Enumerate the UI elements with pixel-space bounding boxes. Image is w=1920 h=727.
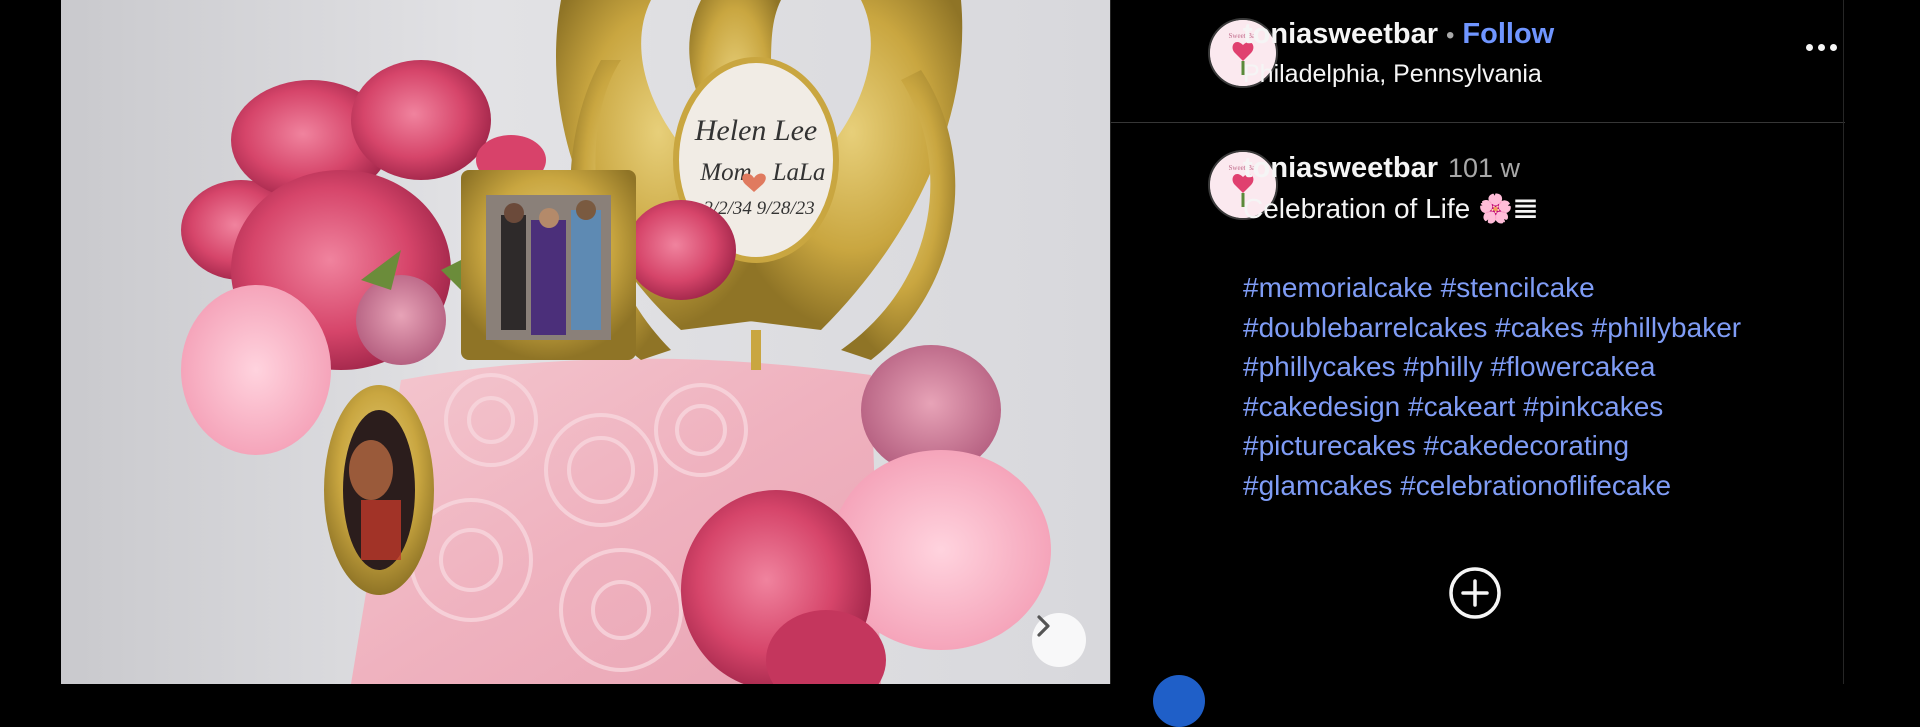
more-options-button[interactable] <box>1806 44 1837 51</box>
caption-username[interactable]: toniasweetbar <box>1243 152 1438 184</box>
framed-photo-top <box>461 170 636 360</box>
hashtag-link[interactable]: #memorialcake <box>1243 272 1433 303</box>
post-sidebar: Sweet Bar toniasweetbar • Follow Philadelp… <box>1110 0 1845 684</box>
next-image-button[interactable] <box>1032 613 1086 667</box>
hashtag-link[interactable]: #cakedesign <box>1243 391 1400 422</box>
post-image[interactable]: Helen Lee Mom LaLa 2/2/34 9/28/23 <box>61 0 1110 684</box>
hashtag-link[interactable]: #celebrationoflifecake <box>1400 470 1671 501</box>
hashtag-link[interactable]: #flowercakea <box>1490 351 1655 382</box>
more-horizontal-icon <box>1806 44 1813 51</box>
load-more-comments-button[interactable] <box>1448 566 1502 625</box>
next-comment-avatar[interactable] <box>1153 675 1205 727</box>
follow-button[interactable]: Follow <box>1462 18 1554 50</box>
hashtag-link[interactable]: #philly <box>1403 351 1482 382</box>
hashtag-list: #memorialcake #stencilcake #doublebarrel… <box>1243 268 1833 505</box>
hashtag-link[interactable]: #picturecakes <box>1243 430 1416 461</box>
hashtag-link[interactable]: #glamcakes <box>1243 470 1392 501</box>
plus-circle-icon <box>1449 567 1501 619</box>
cake-photo: Helen Lee Mom LaLa 2/2/34 9/28/23 <box>181 0 1051 684</box>
hashtag-link[interactable]: #stencilcake <box>1441 272 1595 303</box>
username[interactable]: toniasweetbar <box>1243 18 1438 50</box>
location-link[interactable]: Philadelphia, Pennsylvania <box>1243 60 1542 89</box>
hashtag-link[interactable]: #pinkcakes <box>1523 391 1663 422</box>
hashtag-link[interactable]: #phillycakes <box>1243 351 1396 382</box>
topper-name: Helen Lee <box>694 114 817 147</box>
topper-lala: LaLa <box>772 159 826 186</box>
post-viewer: Helen Lee Mom LaLa 2/2/34 9/28/23 Sweet … <box>61 0 1845 684</box>
framed-photo-oval <box>324 385 434 595</box>
hashtag-link[interactable]: #cakes <box>1495 312 1584 343</box>
hashtag-link[interactable]: #cakedecorating <box>1424 430 1629 461</box>
hashtag-link[interactable]: #doublebarrelcakes <box>1243 312 1487 343</box>
post-age[interactable]: 101 w <box>1448 153 1520 183</box>
divider <box>1843 0 1844 684</box>
hashtag-link[interactable]: #phillybaker <box>1592 312 1741 343</box>
caption-text: Celebration of Life 🌸𝌆 <box>1243 193 1538 224</box>
hashtag-link[interactable]: #cakeart <box>1408 391 1515 422</box>
post-header: Sweet Bar toniasweetbar • Follow Philadelp… <box>1111 0 1845 123</box>
separator-dot: • <box>1446 22 1455 49</box>
chevron-right-icon <box>1037 615 1050 637</box>
